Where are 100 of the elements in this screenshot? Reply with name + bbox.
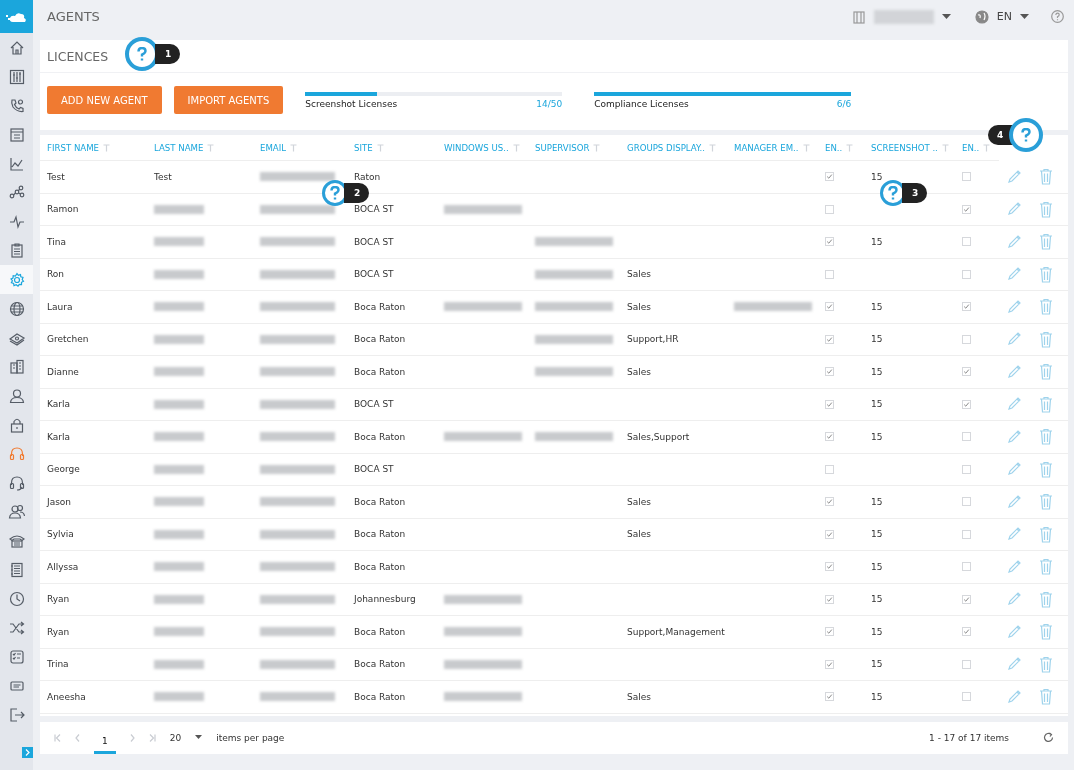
- edit-icon[interactable]: [1006, 526, 1022, 543]
- edit-icon[interactable]: [1006, 558, 1022, 575]
- edit-icon[interactable]: [1006, 656, 1022, 673]
- help-icon[interactable]: [1051, 10, 1064, 23]
- edit-icon[interactable]: [1006, 233, 1022, 250]
- checkbox[interactable]: [825, 562, 834, 572]
- checkbox[interactable]: [962, 237, 971, 247]
- language-selector[interactable]: EN: [996, 10, 1012, 23]
- next-page-icon[interactable]: [129, 733, 135, 742]
- column-header[interactable]: EN..: [825, 142, 843, 153]
- delete-icon[interactable]: [1039, 493, 1053, 511]
- filter-icon[interactable]: [983, 143, 991, 152]
- action-button[interactable]: ADD NEW AGENT: [47, 86, 162, 114]
- previous-page-icon[interactable]: [75, 733, 80, 742]
- delete-icon[interactable]: [1039, 558, 1053, 576]
- column-header[interactable]: FIRST NAME: [47, 142, 100, 153]
- page-number[interactable]: 1: [94, 729, 116, 754]
- checkbox[interactable]: [962, 562, 971, 572]
- checkbox[interactable]: [962, 367, 971, 377]
- checkbox[interactable]: [962, 302, 971, 312]
- edit-icon[interactable]: [1006, 396, 1022, 413]
- filter-icon[interactable]: [207, 143, 215, 152]
- checkbox[interactable]: [825, 594, 834, 604]
- edit-icon[interactable]: [1006, 363, 1022, 380]
- caret-icon[interactable]: [941, 13, 951, 20]
- edit-icon[interactable]: [1006, 688, 1022, 705]
- first-page-icon[interactable]: [54, 733, 61, 742]
- checkbox[interactable]: [962, 334, 971, 344]
- checkbox[interactable]: [962, 399, 971, 409]
- delete-icon[interactable]: [1039, 298, 1053, 316]
- edit-icon[interactable]: [1006, 168, 1022, 185]
- checkbox[interactable]: [825, 432, 834, 442]
- filter-icon[interactable]: [376, 143, 384, 152]
- checkbox[interactable]: [825, 627, 834, 637]
- checkbox[interactable]: [825, 204, 834, 214]
- checkbox[interactable]: [962, 204, 971, 214]
- checkbox[interactable]: [825, 302, 834, 312]
- checkbox[interactable]: [962, 627, 971, 637]
- edit-icon[interactable]: [1006, 591, 1022, 608]
- checkbox[interactable]: [825, 399, 834, 409]
- checkbox[interactable]: [825, 529, 834, 539]
- filter-icon[interactable]: [103, 143, 111, 152]
- delete-icon[interactable]: [1039, 460, 1053, 478]
- edit-icon[interactable]: [1006, 428, 1022, 445]
- checkbox[interactable]: [962, 464, 971, 474]
- delete-icon[interactable]: [1039, 330, 1053, 348]
- edit-icon[interactable]: [1006, 493, 1022, 510]
- filter-icon[interactable]: [846, 143, 854, 152]
- sidebar-item[interactable]: [0, 265, 33, 294]
- column-header[interactable]: EMAIL: [260, 142, 287, 153]
- edit-icon[interactable]: [1006, 461, 1022, 478]
- checkbox[interactable]: [825, 172, 834, 182]
- checkbox[interactable]: [962, 659, 971, 669]
- checkbox[interactable]: [962, 497, 971, 507]
- checkbox[interactable]: [962, 172, 971, 182]
- delete-icon[interactable]: [1039, 265, 1053, 283]
- filter-icon[interactable]: [593, 143, 601, 152]
- column-header[interactable]: MANAGER EM..: [734, 142, 799, 153]
- checkbox[interactable]: [962, 692, 971, 702]
- checkbox[interactable]: [825, 464, 834, 474]
- delete-icon[interactable]: [1039, 168, 1053, 186]
- edit-icon[interactable]: [1006, 266, 1022, 283]
- delete-icon[interactable]: [1039, 428, 1053, 446]
- column-header[interactable]: EN..: [962, 142, 980, 153]
- delete-icon[interactable]: [1039, 525, 1053, 543]
- filter-icon[interactable]: [709, 143, 716, 152]
- delete-icon[interactable]: [1039, 655, 1053, 673]
- column-header[interactable]: SUPERVISOR: [535, 142, 590, 153]
- delete-icon[interactable]: [1039, 688, 1053, 706]
- filter-icon[interactable]: [802, 143, 810, 152]
- checkbox[interactable]: [825, 334, 834, 344]
- last-page-icon[interactable]: [148, 733, 156, 742]
- checkbox[interactable]: [962, 269, 971, 279]
- column-header[interactable]: GROUPS DISPLAY..: [627, 142, 705, 153]
- edit-icon[interactable]: [1006, 298, 1022, 315]
- filter-icon[interactable]: [290, 143, 298, 152]
- edit-icon[interactable]: [1006, 201, 1022, 218]
- refresh-icon[interactable]: [1043, 732, 1054, 743]
- delete-icon[interactable]: [1039, 200, 1053, 218]
- page-size-select[interactable]: 20: [169, 732, 182, 743]
- edit-icon[interactable]: [1006, 331, 1022, 348]
- action-button[interactable]: IMPORT AGENTS: [173, 86, 284, 114]
- checkbox[interactable]: [962, 594, 971, 604]
- caret-icon[interactable]: [195, 735, 203, 740]
- checkbox[interactable]: [825, 692, 834, 702]
- column-header[interactable]: LAST NAME: [154, 142, 204, 153]
- delete-icon[interactable]: [1039, 590, 1053, 608]
- column-header[interactable]: SITE: [354, 142, 373, 153]
- checkbox[interactable]: [825, 269, 834, 279]
- delete-icon[interactable]: [1039, 395, 1053, 413]
- column-header[interactable]: WINDOWS US..: [444, 142, 509, 153]
- checkbox[interactable]: [825, 237, 834, 247]
- delete-icon[interactable]: [1039, 363, 1053, 381]
- column-header[interactable]: SCREENSHOT ..: [871, 142, 938, 153]
- checkbox[interactable]: [962, 432, 971, 442]
- globe-icon[interactable]: [974, 9, 989, 24]
- edit-icon[interactable]: [1006, 623, 1022, 640]
- checkbox[interactable]: [962, 529, 971, 539]
- delete-icon[interactable]: [1039, 233, 1053, 251]
- checkbox[interactable]: [825, 497, 834, 507]
